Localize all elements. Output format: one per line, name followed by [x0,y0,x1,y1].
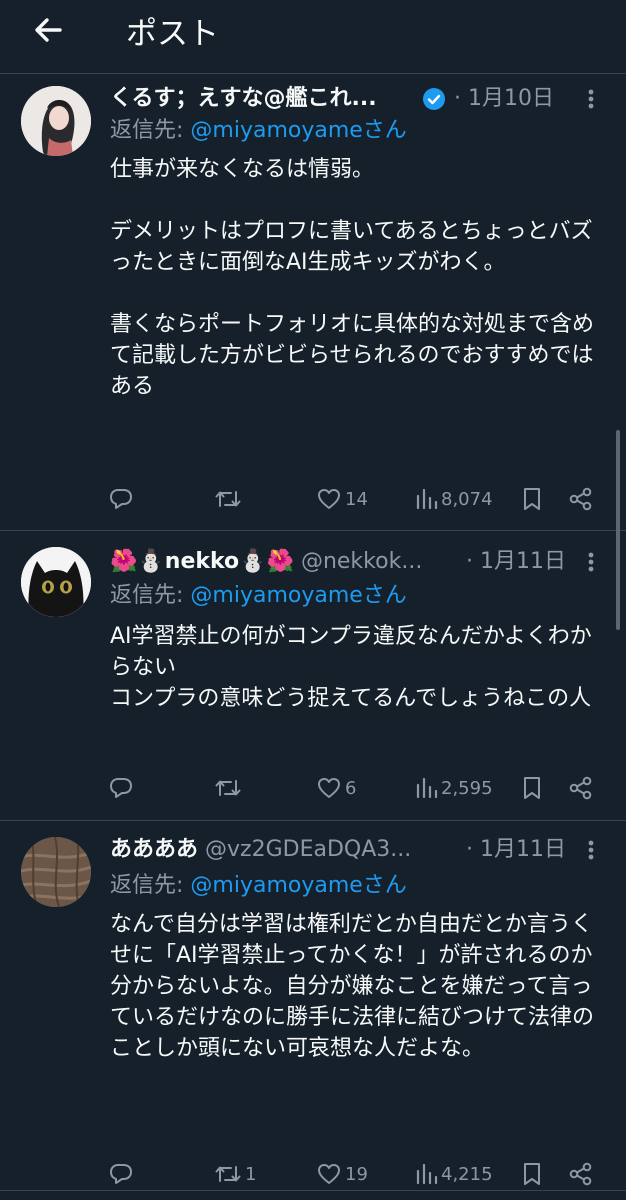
post-card[interactable]: くるす；えすな@艦これ... · 1月10日 返信先: @miyamoyameさ… [0,74,626,530]
post-divider [0,1190,626,1191]
post-date-text: 1月11日 [480,837,566,862]
reply-button[interactable] [108,1157,134,1191]
post-text: AI学習禁止の何がコンプラ違反なんだかよくわからない コンプラの意味どう捉えてる… [110,624,592,711]
reply-button[interactable] [108,482,134,516]
share-button[interactable] [568,771,594,805]
display-name[interactable]: 🌺⛄nekko⛄🌺 [110,549,294,574]
scrollbar[interactable] [616,430,620,630]
post-date-text: 1月10日 [468,86,554,111]
bookmark-button[interactable] [521,771,543,805]
page-title: ポスト [126,16,219,52]
post-text: なんで自分は学習は権利だとか自由だとか言うくせに「AI学習禁止ってかくな！」が許… [110,912,595,1061]
reply-mention-link[interactable]: @miyamoyameさん [190,873,406,898]
views-button[interactable]: 2,595 [414,771,493,805]
views-button[interactable]: 4,215 [414,1157,493,1191]
post-header: ああああ @vz2GDEaDQA3... [110,835,411,865]
post-actions: 6 2,595 [0,771,626,805]
repost-icon [215,1166,241,1182]
bookmark-icon [524,777,540,799]
bookmark-button[interactable] [521,482,543,516]
views-count: 2,595 [441,777,493,799]
like-count: 6 [345,777,357,799]
like-count: 14 [345,488,368,510]
post-card[interactable]: 🌺⛄nekko⛄🌺 @nekkok... · 1月11日 返信先: @miyam… [0,531,626,819]
reply-mention-link[interactable]: @miyamoyameさん [190,583,406,608]
post-date[interactable]: · 1月11日 [466,547,566,577]
post-actions: 1 19 4,215 [0,1157,626,1191]
share-icon [569,487,592,511]
heart-icon [318,778,340,798]
reply-mention-link[interactable]: @miyamoyameさん [190,118,406,143]
repost-button[interactable]: 1 [214,1157,256,1191]
avatar[interactable] [21,547,91,617]
views-chart-icon [416,1163,438,1185]
post-header: くるす；えすな@艦これ... [110,84,377,114]
bookmark-button[interactable] [521,1157,543,1191]
bookmark-icon [524,1163,540,1185]
share-button[interactable] [568,1157,594,1191]
like-button[interactable]: 19 [316,1157,368,1191]
post-date-text: 1月11日 [480,549,566,574]
post-card[interactable]: ああああ @vz2GDEaDQA3... · 1月11日 返信先: @miyam… [0,821,626,1200]
more-options-icon[interactable] [580,547,602,577]
views-button[interactable]: 8,074 [414,482,493,516]
bookmark-icon [524,488,540,510]
reply-to-line: 返信先: @miyamoyameさん [110,581,407,611]
reply-to-line: 返信先: @miyamoyameさん [110,871,407,901]
avatar[interactable] [21,86,91,156]
views-count: 8,074 [441,488,493,510]
repost-button[interactable] [214,482,245,516]
display-name[interactable]: くるす；えすな@艦これ... [110,86,377,111]
post-text: 仕事が来なくなるは情弱。 デメリットはプロフに書いてあるとちょっとバズったときに… [110,157,595,399]
more-options-icon[interactable] [580,835,602,865]
share-icon [569,1162,592,1186]
views-chart-icon [416,488,438,510]
share-icon [569,776,592,800]
views-count: 4,215 [441,1163,493,1185]
heart-icon [318,1164,340,1184]
repost-button[interactable] [214,771,245,805]
reply-button[interactable] [108,771,134,805]
post-actions: 14 8,074 [0,482,626,516]
reply-icon [110,489,132,509]
reply-to-label: 返信先: [110,873,191,898]
like-count: 19 [345,1163,368,1185]
heart-icon [318,489,340,509]
reply-to-line: 返信先: @miyamoyameさん [110,116,407,146]
reply-to-label: 返信先: [110,118,191,143]
avatar[interactable] [21,837,91,907]
post-date[interactable]: · 1月11日 [466,835,566,865]
like-button[interactable]: 14 [316,482,368,516]
reply-to-label: 返信先: [110,583,191,608]
back-arrow-icon[interactable] [28,10,72,50]
user-handle[interactable]: @vz2GDEaDQA3... [205,837,411,862]
top-bar: ポスト [0,0,626,74]
user-handle[interactable]: @nekkok... [301,549,422,574]
display-name[interactable]: ああああ [110,837,198,862]
views-chart-icon [416,777,438,799]
reply-icon [110,1164,132,1184]
repost-icon [215,780,241,796]
post-header: 🌺⛄nekko⛄🌺 @nekkok... [110,547,422,577]
post-date[interactable]: · 1月10日 [454,84,554,114]
verified-badge-icon [422,87,446,111]
repost-icon [215,491,241,507]
like-button[interactable]: 6 [316,771,356,805]
reply-icon [110,778,132,798]
share-button[interactable] [568,482,594,516]
more-options-icon[interactable] [580,84,602,114]
repost-count: 1 [245,1163,257,1185]
